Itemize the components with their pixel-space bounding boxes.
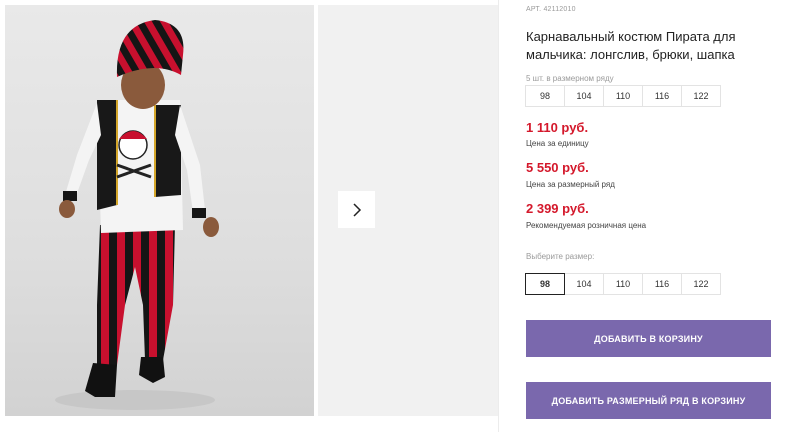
article-value: 42112010 xyxy=(543,6,576,13)
product-gallery xyxy=(0,0,498,432)
series-size: 98 xyxy=(525,85,565,107)
size-selector: 98 104 110 116 122 xyxy=(525,273,721,295)
size-option-98[interactable]: 98 xyxy=(525,273,565,295)
product-title: Карнавальный костюм Пирата для мальчика:… xyxy=(526,29,736,62)
size-option-110[interactable]: 110 xyxy=(603,273,643,295)
series-price-caption: Цена за размерный ряд xyxy=(526,180,615,189)
product-photo[interactable] xyxy=(5,5,314,416)
series-size: 116 xyxy=(642,85,682,107)
article-label: АРТ. xyxy=(526,6,542,13)
unit-price-caption: Цена за единицу xyxy=(526,139,589,148)
add-to-cart-button[interactable]: ДОБАВИТЬ В КОРЗИНУ xyxy=(526,320,771,357)
series-price: 5 550 руб. xyxy=(526,160,589,175)
series-size: 110 xyxy=(603,85,643,107)
series-size: 122 xyxy=(681,85,721,107)
chevron-right-icon xyxy=(352,202,361,217)
unit-price: 1 110 руб. xyxy=(526,120,589,135)
pirate-costume-photo xyxy=(55,20,219,410)
size-option-122[interactable]: 122 xyxy=(681,273,721,295)
series-size: 104 xyxy=(564,85,604,107)
series-sizes: 98 104 110 116 122 xyxy=(525,85,721,107)
next-photo-button[interactable] xyxy=(338,191,375,228)
retail-price: 2 399 руб. xyxy=(526,201,589,216)
add-series-to-cart-button[interactable]: ДОБАВИТЬ РАЗМЕРНЫЙ РЯД В КОРЗИНУ xyxy=(526,382,771,419)
retail-price-caption: Рекомендуемая розничная цена xyxy=(526,221,647,230)
size-option-116[interactable]: 116 xyxy=(642,273,682,295)
size-option-104[interactable]: 104 xyxy=(564,273,604,295)
article-number: АРТ. 42112010 xyxy=(526,6,576,13)
choose-size-label: Выберите размер: xyxy=(526,252,595,261)
divider xyxy=(498,0,499,432)
series-label: 5 шт. в размерном ряду xyxy=(526,74,614,83)
